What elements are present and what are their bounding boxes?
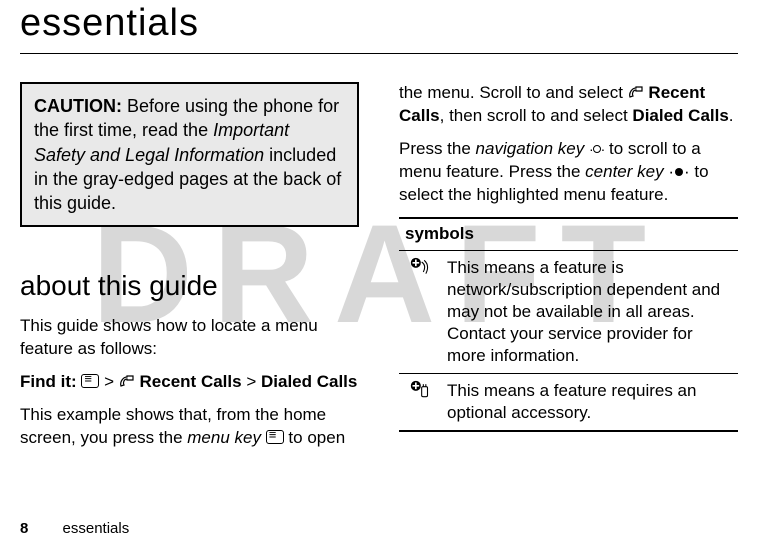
menu-key-icon-inline bbox=[266, 430, 284, 444]
right-top-c: . bbox=[729, 106, 734, 125]
find-it-label: Find it: bbox=[20, 372, 77, 391]
menu-key-term: menu key bbox=[187, 428, 261, 447]
right-top-a: the menu. Scroll to and select bbox=[399, 83, 628, 102]
center-key-icon: ·· bbox=[668, 162, 689, 181]
gt-2: > bbox=[246, 372, 256, 391]
dialed-calls-text-2: Dialed Calls bbox=[632, 106, 728, 125]
phone-icon bbox=[119, 373, 135, 387]
page-content: essentials CAUTION: Before using the pho… bbox=[0, 0, 758, 460]
center-key-term: center key bbox=[585, 162, 663, 181]
table-row: This means a feature is network/subscrip… bbox=[399, 250, 738, 373]
right-top-b: , then scroll to and select bbox=[440, 106, 633, 125]
footer-section: essentials bbox=[63, 520, 130, 537]
accessory-feature-icon bbox=[399, 374, 441, 432]
menu-key-icon bbox=[81, 374, 99, 388]
symbol-description: This means a feature is network/subscrip… bbox=[441, 250, 738, 373]
caution-box: CAUTION: Before using the phone for the … bbox=[20, 82, 359, 227]
table-row: This means a feature requires an optiona… bbox=[399, 374, 738, 432]
title-rule bbox=[20, 53, 738, 54]
example-paragraph: This example shows that, from the home s… bbox=[20, 404, 359, 450]
nav-paragraph: Press the navigation key ·· to scroll to… bbox=[399, 138, 738, 207]
dialed-calls-text: Dialed Calls bbox=[261, 372, 357, 391]
section-heading: about this guide bbox=[20, 267, 359, 305]
right-column: the menu. Scroll to and select Recent Ca… bbox=[399, 82, 738, 460]
right-top-paragraph: the menu. Scroll to and select Recent Ca… bbox=[399, 82, 738, 128]
find-it-line: Find it: > Recent Calls > Dialed Calls bbox=[20, 371, 359, 394]
caution-label: CAUTION: bbox=[34, 96, 122, 116]
example-text-b: to open bbox=[284, 428, 345, 447]
recent-calls-text: Recent Calls bbox=[140, 372, 242, 391]
network-feature-icon bbox=[399, 250, 441, 373]
page-number: 8 bbox=[20, 520, 28, 537]
symbols-header: symbols bbox=[399, 218, 738, 250]
page-footer: 8 essentials bbox=[20, 520, 129, 537]
nav-key-icon: ·· bbox=[589, 140, 604, 159]
guide-intro: This guide shows how to locate a menu fe… bbox=[20, 315, 359, 361]
left-column: CAUTION: Before using the phone for the … bbox=[20, 82, 359, 460]
page-title: essentials bbox=[20, 0, 738, 45]
navigation-key-term: navigation key bbox=[476, 139, 585, 158]
phone-icon-2 bbox=[628, 84, 644, 98]
symbol-description: This means a feature requires an optiona… bbox=[441, 374, 738, 432]
two-column-layout: CAUTION: Before using the phone for the … bbox=[20, 82, 738, 460]
nav-a: Press the bbox=[399, 139, 476, 158]
symbols-table: symbols bbox=[399, 217, 738, 433]
gt-1: > bbox=[104, 372, 114, 391]
